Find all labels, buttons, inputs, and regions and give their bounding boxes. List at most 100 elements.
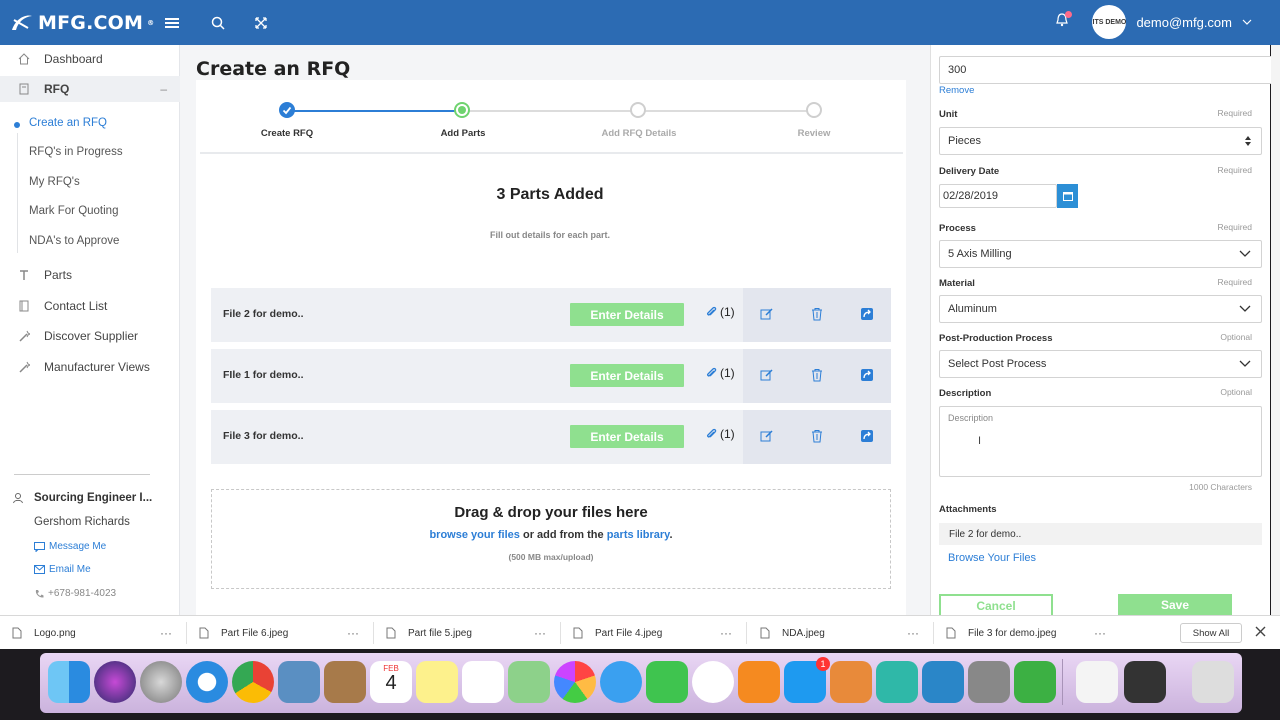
itunes-icon[interactable] — [692, 661, 734, 703]
sidebar-sub-mark-for-quoting[interactable]: Mark For Quoting — [29, 205, 118, 217]
download-item[interactable]: File 3 for demo.jpeg — [946, 616, 1056, 650]
more-options-icon[interactable]: ··· — [347, 626, 359, 640]
finder-icon[interactable] — [48, 661, 90, 703]
description-textarea[interactable]: Description I — [939, 406, 1262, 477]
more-options-icon[interactable]: ··· — [720, 626, 732, 640]
facetime-icon[interactable] — [646, 661, 688, 703]
edit-icon[interactable] — [760, 429, 774, 443]
enter-details-button[interactable]: Enter Details — [570, 364, 684, 387]
step-label-add-parts[interactable]: Add Parts — [413, 128, 513, 139]
download-item[interactable]: NDA.jpeg — [760, 616, 825, 650]
contact-name: Gershom Richards — [34, 516, 130, 528]
sidebar-item-dashboard[interactable]: Dashboard — [0, 46, 180, 72]
sidebar-sub-ndas-to-approve[interactable]: NDA's to Approve — [29, 235, 119, 247]
char-limit: 1000 Characters — [1189, 482, 1252, 492]
parts-library-link[interactable]: parts library — [607, 529, 670, 541]
process-select[interactable]: 5 Axis Milling — [939, 240, 1262, 268]
step-label-review[interactable]: Review — [764, 128, 864, 139]
browse-your-files-link[interactable]: Browse Your Files — [948, 552, 1036, 564]
camtasia-icon[interactable] — [1014, 661, 1056, 703]
trash-icon[interactable] — [810, 368, 824, 382]
more-options-icon[interactable]: ··· — [160, 626, 172, 640]
sidebar-sub-rfqs-in-progress[interactable]: RFQ's in Progress — [29, 146, 123, 158]
trash-icon[interactable] — [1192, 661, 1234, 703]
download-item[interactable]: Logo.png — [12, 616, 76, 650]
menu-icon[interactable] — [162, 13, 182, 33]
search-icon[interactable] — [208, 13, 228, 33]
remove-link[interactable]: Remove — [939, 85, 974, 96]
page-scrollbar[interactable] — [1271, 45, 1280, 615]
ibooks-icon[interactable] — [738, 661, 780, 703]
window-thumbnail[interactable] — [1076, 661, 1118, 703]
step-label-create-rfq[interactable]: Create RFQ — [237, 128, 337, 139]
save-button[interactable]: Save — [1118, 594, 1232, 615]
user-menu[interactable]: ITS DEMO demo@mfg.com — [1092, 5, 1252, 39]
file-dropzone[interactable]: Drag & drop your files here browse your … — [211, 489, 891, 589]
logo[interactable]: MFG.COM ® — [10, 10, 154, 36]
share-icon[interactable] — [860, 307, 874, 321]
more-options-icon[interactable]: ··· — [907, 626, 919, 640]
step-pending-icon[interactable] — [806, 102, 822, 118]
collapse-toggle[interactable]: – — [160, 82, 167, 96]
cancel-button[interactable]: Cancel — [939, 594, 1053, 615]
message-me-link[interactable]: Message Me — [34, 541, 106, 552]
edit-icon[interactable] — [760, 368, 774, 382]
sidebar-item-rfq[interactable]: RFQ – — [0, 76, 180, 102]
chrome-icon[interactable] — [232, 661, 274, 703]
sidebar-item-parts[interactable]: Parts — [0, 262, 180, 288]
share-icon[interactable] — [860, 429, 874, 443]
reminders-icon[interactable] — [462, 661, 504, 703]
app-icon[interactable] — [876, 661, 918, 703]
sidebar-item-contact-list[interactable]: Contact List — [0, 293, 180, 319]
show-all-button[interactable]: Show All — [1180, 623, 1242, 643]
siri-icon[interactable] — [94, 661, 136, 703]
enter-details-button[interactable]: Enter Details — [570, 425, 684, 448]
download-item[interactable]: Part file 5.jpeg — [386, 616, 472, 650]
browse-files-link[interactable]: browse your files — [429, 529, 519, 541]
launchpad-icon[interactable] — [140, 661, 182, 703]
material-select[interactable]: Aluminum — [939, 295, 1262, 323]
maps-icon[interactable] — [508, 661, 550, 703]
post-process-select[interactable]: Select Post Process — [939, 350, 1262, 378]
messages-icon[interactable] — [600, 661, 642, 703]
app-store-icon[interactable]: 1 — [784, 657, 830, 703]
photos-icon[interactable] — [554, 661, 596, 703]
step-pending-icon[interactable] — [630, 102, 646, 118]
more-options-icon[interactable]: ··· — [534, 626, 546, 640]
unit-select[interactable]: Pieces — [939, 127, 1262, 155]
delivery-date-input[interactable]: 02/28/2019 — [939, 184, 1057, 208]
window-thumbnail[interactable] — [1124, 661, 1166, 703]
attachments-link[interactable]: (1) — [705, 366, 735, 380]
sidebar-item-manufacturer-views[interactable]: Manufacturer Views — [0, 354, 180, 380]
step-label-add-rfq-details[interactable]: Add RFQ Details — [589, 128, 689, 139]
fullscreen-icon[interactable] — [251, 13, 271, 33]
step-done-icon[interactable] — [279, 102, 295, 118]
quantity-input[interactable]: 300 — [939, 56, 1274, 84]
safari-icon[interactable] — [186, 661, 228, 703]
share-icon[interactable] — [860, 368, 874, 382]
sidebar-item-discover-supplier[interactable]: Discover Supplier — [0, 323, 180, 349]
download-item[interactable]: Part File 6.jpeg — [199, 616, 288, 650]
step-current-icon[interactable] — [454, 102, 470, 118]
attachments-link[interactable]: (1) — [705, 427, 735, 441]
trash-icon[interactable] — [810, 429, 824, 443]
mail-icon[interactable] — [278, 661, 320, 703]
enter-details-button[interactable]: Enter Details — [570, 303, 684, 326]
contacts-icon[interactable] — [324, 661, 366, 703]
email-me-link[interactable]: Email Me — [34, 564, 91, 575]
more-options-icon[interactable]: ··· — [1094, 626, 1106, 640]
calendar-icon[interactable]: FEB 4 — [370, 661, 412, 703]
calendar-button[interactable] — [1057, 184, 1078, 208]
app-icon[interactable] — [922, 661, 964, 703]
download-item[interactable]: Part File 4.jpeg — [573, 616, 662, 650]
close-icon[interactable] — [1255, 626, 1266, 640]
app-icon[interactable] — [830, 661, 872, 703]
trash-icon[interactable] — [810, 307, 824, 321]
notes-icon[interactable] — [416, 661, 458, 703]
sidebar-sub-my-rfqs[interactable]: My RFQ's — [29, 176, 80, 188]
edit-icon[interactable] — [760, 307, 774, 321]
attachments-link[interactable]: (1) — [705, 305, 735, 319]
attachment-item[interactable]: File 2 for demo.. — [939, 523, 1262, 545]
sidebar-sub-create-rfq[interactable]: Create an RFQ — [29, 117, 107, 129]
system-preferences-icon[interactable] — [968, 661, 1010, 703]
